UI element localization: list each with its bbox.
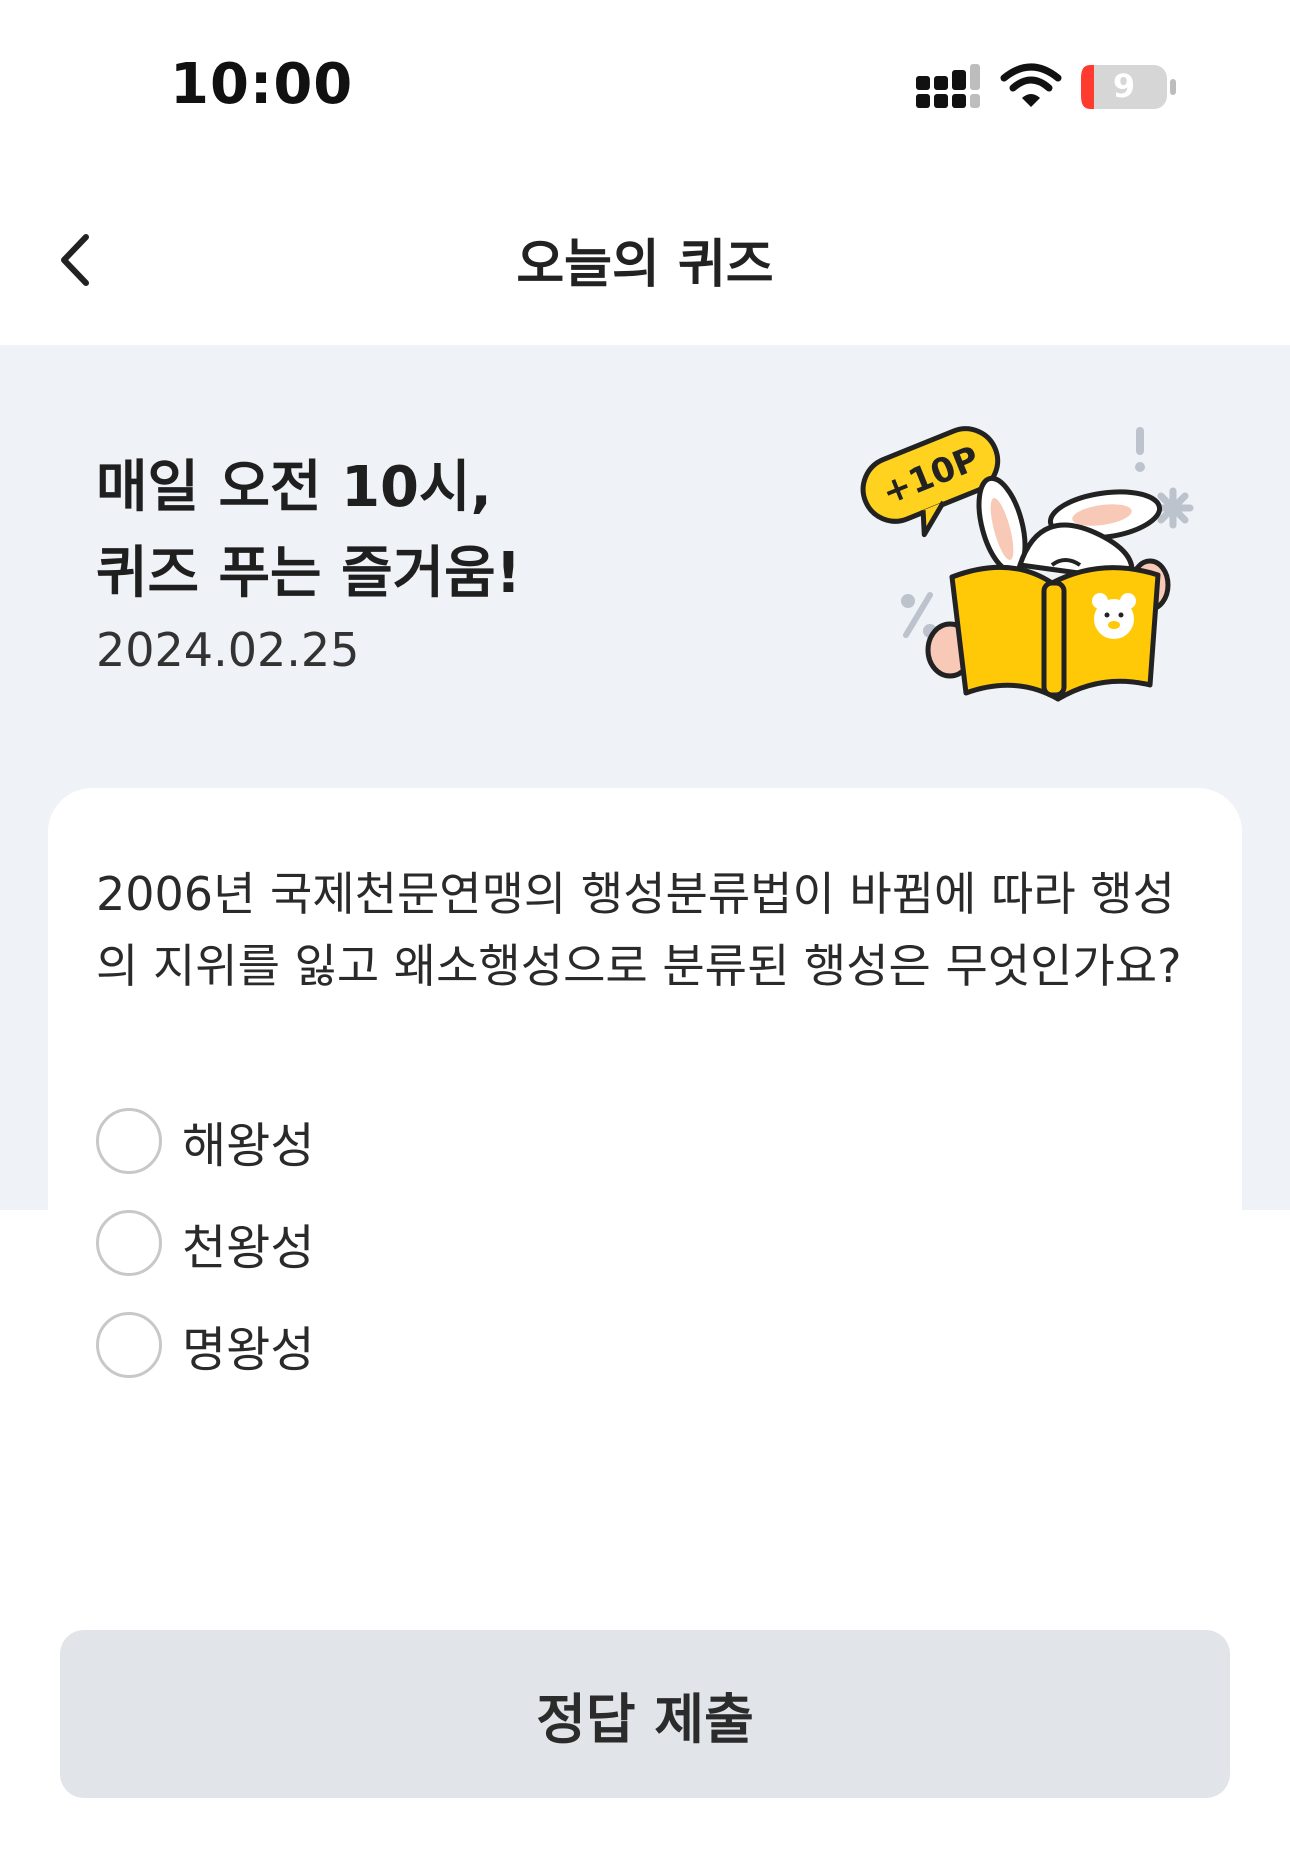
status-time: 10:00 [170, 52, 354, 117]
option-label: 천왕성 [182, 1220, 315, 1276]
option-label: 명왕성 [182, 1322, 315, 1378]
hero-title-line1: 매일 오전 10시, [96, 455, 492, 520]
answer-options: 해왕성 천왕성 명왕성 [96, 1090, 314, 1396]
wifi-icon [1000, 63, 1062, 107]
quiz-question: 2006년 국제천문연맹의 행성분류법이 바뀜에 따라 행성의 지위를 잃고 왜… [96, 867, 1182, 993]
radio-button[interactable] [96, 1108, 162, 1174]
page-title: 오늘의 퀴즈 [516, 235, 774, 295]
hero-title-line2: 퀴즈 푸는 즐거움! [96, 541, 522, 606]
radio-button[interactable] [96, 1210, 162, 1276]
status-bar: 10:00 9 [0, 0, 1290, 170]
option-label: 해왕성 [182, 1118, 315, 1174]
battery-level: 9 [1113, 67, 1135, 105]
quiz-date: 2024.02.25 [96, 623, 360, 677]
radio-button[interactable] [96, 1312, 162, 1378]
signal-icon [916, 64, 980, 108]
option-3[interactable]: 명왕성 [96, 1294, 314, 1396]
option-1[interactable]: 해왕성 [96, 1090, 314, 1192]
nav-bar: 오늘의 퀴즈 [0, 170, 1290, 345]
mascot-reading-illustration: +10P [860, 426, 1194, 702]
hero-title: 매일 오전 10시, 퀴즈 푸는 즐거움! [96, 445, 521, 617]
submit-answer-button[interactable]: 정답 제출 [60, 1630, 1230, 1798]
option-2[interactable]: 천왕성 [96, 1192, 314, 1294]
battery-icon: 9 [1081, 65, 1176, 109]
